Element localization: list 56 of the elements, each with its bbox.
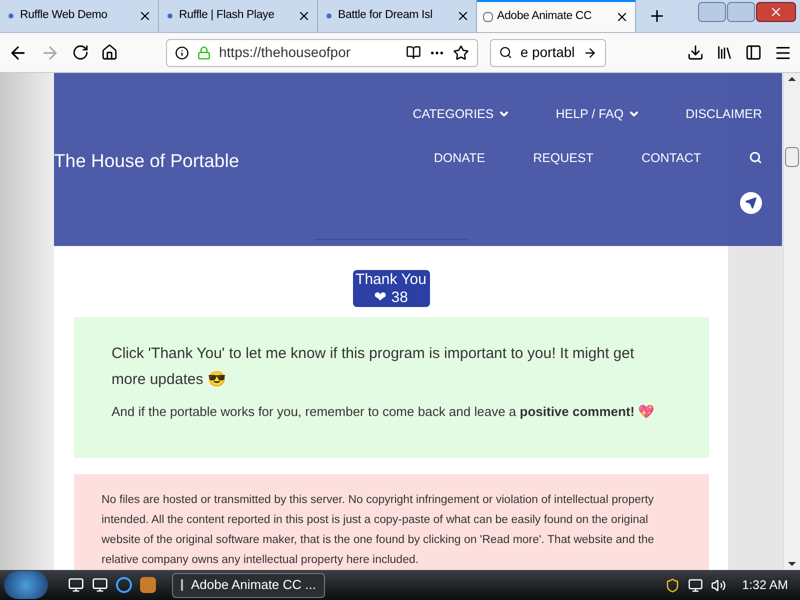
url-text: https://thehouseofpor	[219, 43, 352, 62]
scroll-up-icon[interactable]	[788, 77, 796, 81]
browser-tab[interactable]: Adobe Animate CC	[477, 0, 636, 32]
favicon-icon	[483, 12, 493, 22]
nav-link[interactable]: HELP / FAQ	[556, 104, 640, 124]
reload-icon[interactable]	[72, 44, 89, 61]
start-button[interactable]	[4, 571, 48, 599]
nav-link[interactable]: CATEGORIES	[412, 104, 510, 124]
telegram-icon[interactable]	[740, 192, 762, 214]
favicon-icon	[168, 14, 172, 18]
new-tab-icon[interactable]	[648, 7, 666, 25]
sidebar-icon[interactable]	[745, 44, 762, 61]
shield-icon[interactable]	[665, 578, 680, 592]
search-text: e portabl	[520, 43, 575, 62]
notice-text: And if the portable works for you, remember to come back and leave a positive comment! 💖	[112, 403, 656, 422]
close-window-button[interactable]	[756, 2, 796, 22]
search-field[interactable]: e portabl	[490, 38, 606, 66]
address-bar[interactable]: https://thehouseofpor	[166, 38, 478, 66]
scroll-thumb[interactable]	[785, 146, 799, 166]
close-icon[interactable]	[456, 9, 470, 23]
tab-title: Ruffle Web Demo	[20, 8, 108, 24]
star-icon[interactable]	[453, 44, 469, 60]
library-icon[interactable]	[716, 44, 733, 61]
scrollbar[interactable]	[783, 73, 800, 570]
notice-text: Click 'Thank You' to let me know if this program is important to you! It might get more updates 😎	[112, 344, 636, 390]
tab-title: Adobe Animate CC	[497, 9, 593, 24]
close-icon	[769, 5, 783, 19]
nav-link[interactable]: REQUEST	[533, 148, 594, 168]
clock[interactable]: 1:32 AM	[734, 576, 796, 594]
favicon-icon	[326, 14, 332, 18]
close-icon[interactable]	[615, 10, 629, 24]
info-icon	[175, 46, 189, 60]
thank-you-button[interactable]: Thank You ❤ 38	[352, 270, 430, 308]
nav-link[interactable]: DONATE	[434, 148, 486, 168]
site-title[interactable]: The House of Portable	[54, 146, 240, 174]
search-icon	[499, 45, 512, 60]
network-icon[interactable]	[688, 578, 704, 592]
volume-icon[interactable]	[711, 578, 726, 592]
nav-link[interactable]: CONTACT	[642, 148, 701, 168]
disclaimer-text: No files are hosted or transmitted by this server. No copyright infringement or violation of intellectual property intended. All the content reported in this post is just a copy-paste of what can be easily found on the original website of the original software maker, that is the one found by clicking on 'Read more'. That website and the relative company owns any intellectual property here included.	[102, 493, 656, 568]
home-icon[interactable]	[101, 44, 118, 61]
tab-title: Battle for Dream Isl	[338, 8, 434, 24]
close-icon[interactable]	[297, 9, 311, 23]
browser-icon[interactable]	[116, 577, 132, 593]
lock-icon	[197, 46, 211, 60]
reader-icon[interactable]	[406, 45, 421, 60]
favicon-icon	[8, 14, 14, 18]
scroll-down-icon[interactable]	[788, 562, 796, 566]
nav-link[interactable]: DISCLAIMER	[686, 104, 762, 124]
close-icon[interactable]	[138, 9, 152, 23]
desktop-icon[interactable]	[68, 577, 84, 593]
taskbar-button[interactable]: Adobe Animate CC ...	[172, 572, 325, 598]
download-icon[interactable]	[687, 44, 704, 61]
window-switch-icon[interactable]	[92, 577, 108, 593]
tab-title: Ruffle | Flash Playe	[179, 8, 276, 24]
search-icon[interactable]	[749, 151, 762, 164]
